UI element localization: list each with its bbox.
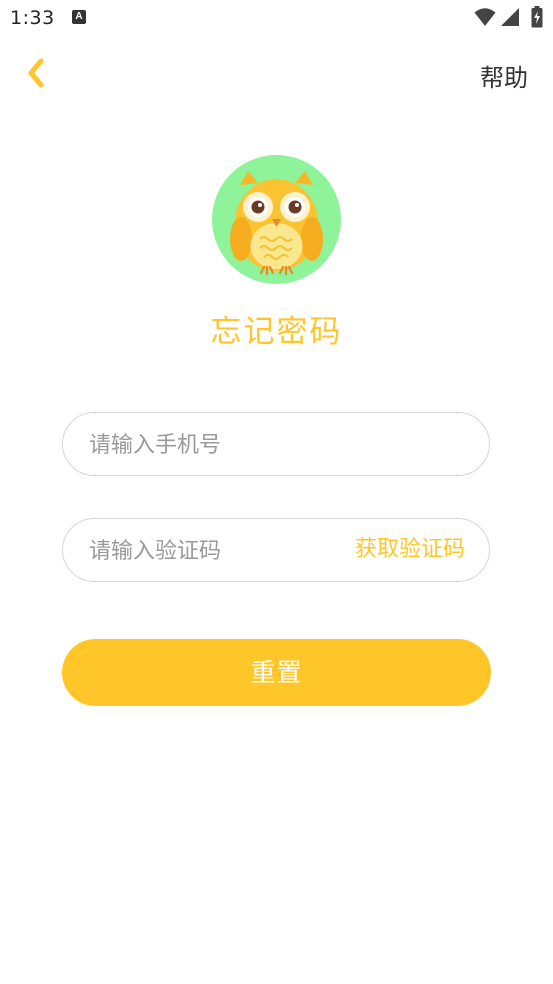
status-bar: 1:33 A (0, 0, 553, 36)
reset-button[interactable]: 重置 (62, 639, 491, 706)
chevron-left-icon (28, 58, 44, 88)
forgot-password-screen: 1:33 A 帮助 忘记密码 请输入手机号 请输入验证码 获取验证码 重置 (0, 0, 553, 984)
get-code-button[interactable]: 获取验证码 (355, 519, 465, 581)
phone-field[interactable] (62, 412, 490, 477)
phone-input[interactable] (87, 413, 471, 477)
verification-code-field[interactable]: 获取验证码 (62, 518, 490, 583)
back-button[interactable] (18, 55, 54, 91)
page-title: 忘记密码 (210, 314, 343, 350)
owl-avatar-icon (230, 171, 323, 276)
signal-icon (501, 8, 519, 26)
help-link[interactable]: 帮助 (480, 58, 528, 93)
a-notification-icon: A (72, 10, 86, 24)
battery-charging-icon (531, 6, 543, 28)
verification-code-input[interactable] (87, 519, 331, 583)
wifi-icon (474, 8, 496, 26)
avatar (212, 155, 341, 284)
status-time: 1:33 (10, 7, 55, 29)
